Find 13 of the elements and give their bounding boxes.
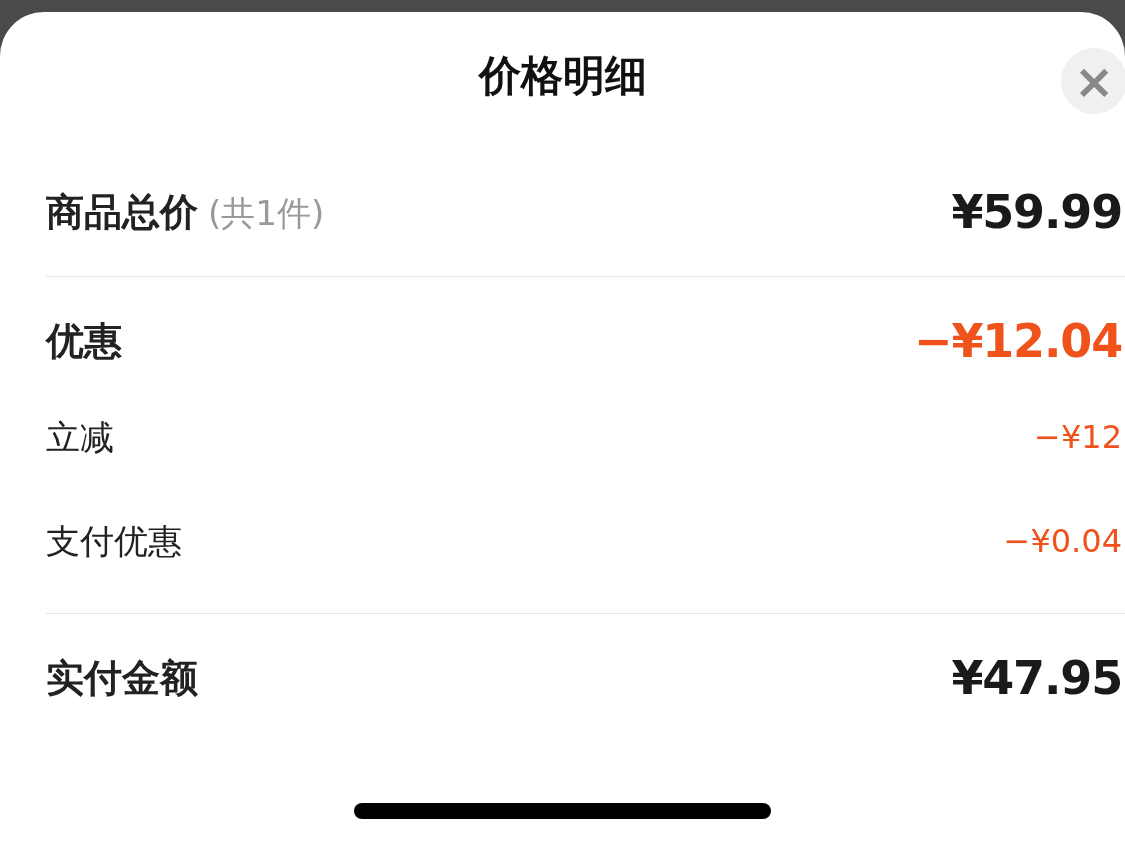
close-button[interactable]: × [1061,48,1125,114]
price-amount: −¥0.04 [1003,521,1122,562]
price-amount: ¥47.95 [951,649,1122,707]
price-amount: ¥59.99 [951,183,1122,241]
row-label: 立减 [46,415,114,459]
row-label: 实付金额 [46,654,198,702]
price-amount: −¥12 [1034,417,1122,458]
item-count: (共1件) [208,191,325,235]
sheet-title: 价格明细 [478,49,647,102]
price-amount: −¥12.04 [914,312,1122,370]
row-label: 支付优惠 [46,519,182,563]
row-label: 优惠 [46,317,122,365]
row-label: 商品总价 [46,188,198,236]
